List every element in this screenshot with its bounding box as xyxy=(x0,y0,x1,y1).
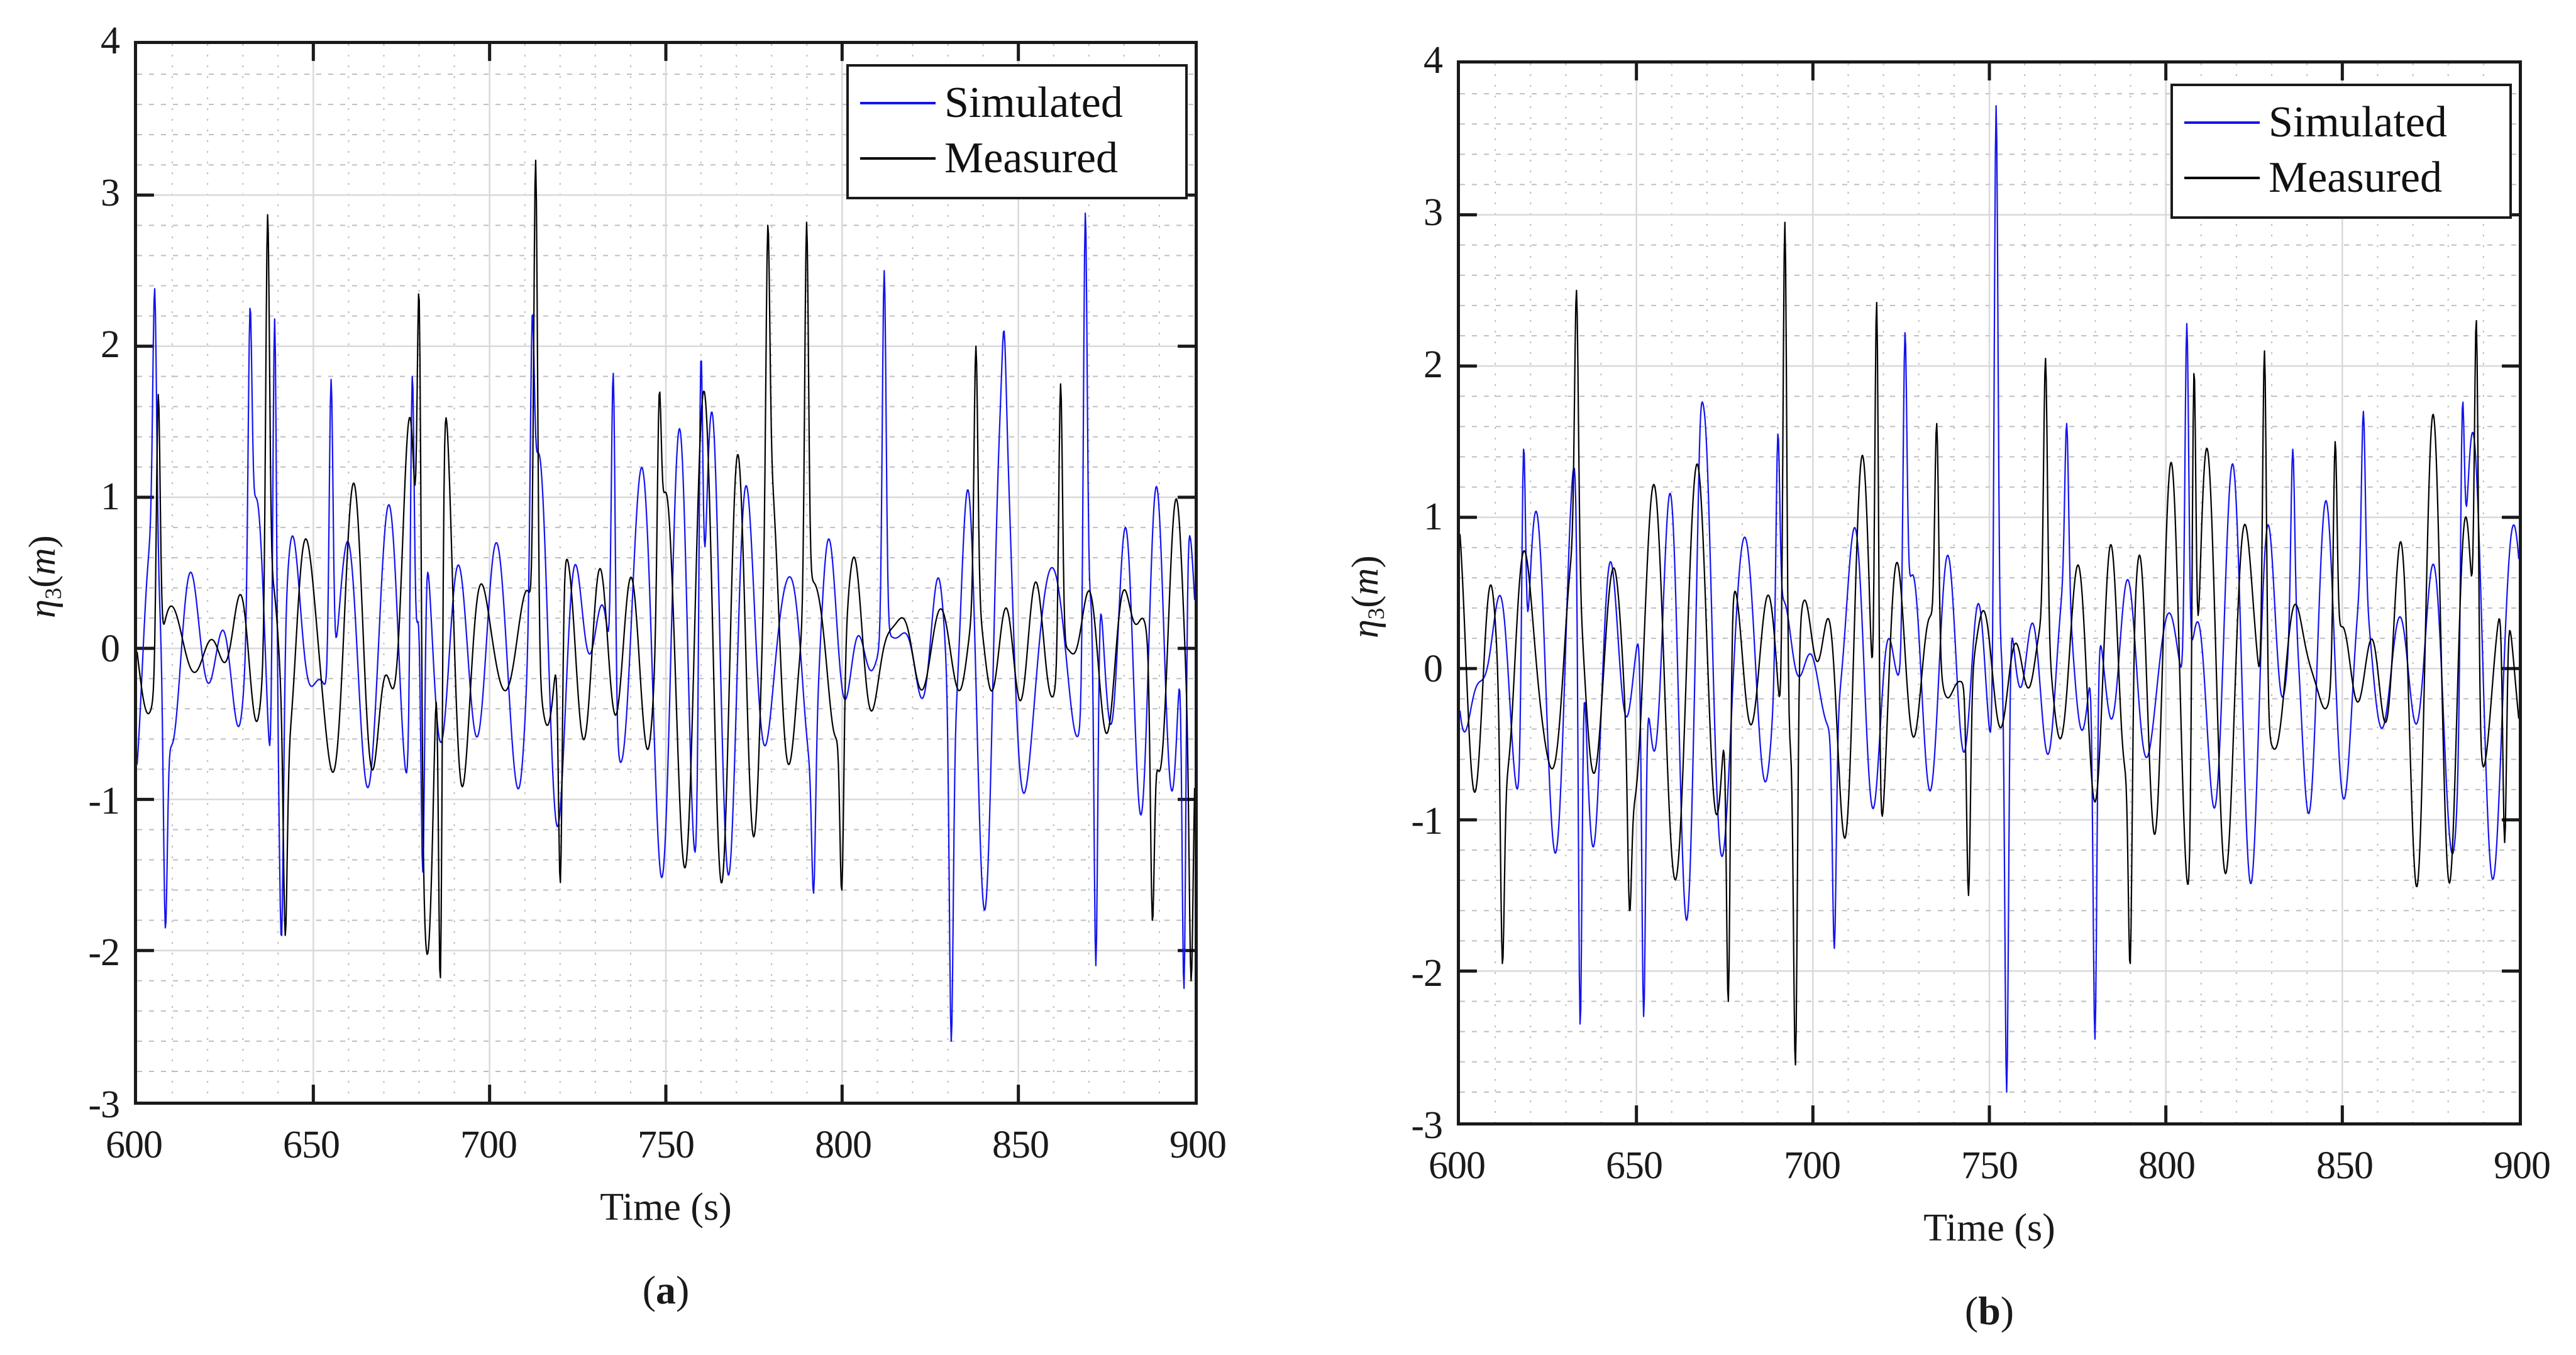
yaxis-sub-b: 3 xyxy=(1364,607,1390,620)
yaxis-eta-b: η xyxy=(1344,619,1386,639)
legend-entry-measured-a[interactable]: Measured xyxy=(860,131,1174,186)
xtick-b-5: 850 xyxy=(2316,1144,2374,1187)
ytick-b-6: -2 xyxy=(1411,952,1443,995)
xtick-b-4: 800 xyxy=(2138,1144,2196,1187)
legend-line-simulated-icon xyxy=(2184,121,2260,124)
data-lines-b xyxy=(1460,64,2519,1122)
yaxis-unit-b: (m) xyxy=(1344,555,1386,608)
legend-entry-measured-b[interactable]: Measured xyxy=(2184,150,2498,206)
ytick-a-5: -1 xyxy=(88,779,120,822)
legend-entry-simulated-b[interactable]: Simulated xyxy=(2184,95,2498,150)
yaxis-sub-a: 3 xyxy=(41,587,67,600)
legend-label-measured: Measured xyxy=(2269,153,2443,202)
ytick-a-3: 1 xyxy=(101,475,120,519)
legend-line-simulated-icon xyxy=(860,101,936,104)
figure-two-panel-timeseries: 4 3 2 1 0 -1 -2 -3 600 650 700 750 800 8… xyxy=(0,0,2576,1355)
ytick-b-2: 2 xyxy=(1423,343,1443,386)
xaxis-title-b: Time (s) xyxy=(1923,1207,2055,1249)
xtick-b-0: 600 xyxy=(1429,1144,1486,1187)
ytick-b-1: 3 xyxy=(1423,191,1443,234)
xtick-b-1: 650 xyxy=(1606,1144,1663,1187)
yaxis-unit-a: (m) xyxy=(21,535,63,588)
yaxis-eta-a: η xyxy=(21,599,63,619)
panel-b: 4 3 2 1 0 -1 -2 -3 600 650 700 750 800 8… xyxy=(1288,0,2576,1355)
legend-label-simulated: Simulated xyxy=(944,78,1123,127)
plot-area-a xyxy=(134,41,1198,1105)
xtick-a-1: 650 xyxy=(283,1124,340,1166)
ytick-b-7: -3 xyxy=(1411,1104,1443,1147)
legend-a[interactable]: Simulated Measured xyxy=(846,64,1188,199)
xtick-a-6: 900 xyxy=(1169,1124,1227,1166)
ytick-a-4: 0 xyxy=(101,627,120,670)
ytick-b-0: 4 xyxy=(1423,39,1443,82)
data-lines-a xyxy=(137,44,1195,1102)
subfigure-letter-b: b xyxy=(1978,1288,2001,1333)
ytick-b-5: -1 xyxy=(1411,800,1443,843)
ytick-a-7: -3 xyxy=(88,1083,120,1126)
yaxis-title-b: η3(m) xyxy=(1344,484,1390,710)
subfigure-letter-a: a xyxy=(656,1268,676,1312)
ytick-b-4: 0 xyxy=(1423,648,1443,690)
ytick-a-6: -2 xyxy=(88,931,120,975)
yaxis-title-a: η3(m) xyxy=(21,463,67,690)
legend-label-simulated: Simulated xyxy=(2269,97,2447,147)
subfigure-caption-a: (a) xyxy=(642,1268,690,1312)
legend-b[interactable]: Simulated Measured xyxy=(2170,84,2512,219)
xtick-b-6: 900 xyxy=(2494,1144,2551,1187)
ytick-a-1: 3 xyxy=(101,171,120,214)
plot-area-b xyxy=(1457,60,2522,1125)
legend-label-measured: Measured xyxy=(944,133,1119,182)
xaxis-title-a: Time (s) xyxy=(600,1186,732,1229)
xtick-b-2: 700 xyxy=(1784,1144,1841,1187)
legend-line-measured-icon xyxy=(2184,176,2260,179)
xtick-b-3: 750 xyxy=(1961,1144,2018,1187)
ytick-a-2: 2 xyxy=(101,323,120,367)
ytick-b-3: 1 xyxy=(1423,495,1443,538)
panel-a: 4 3 2 1 0 -1 -2 -3 600 650 700 750 800 8… xyxy=(0,0,1288,1355)
xtick-a-4: 800 xyxy=(815,1124,872,1166)
ytick-a-0: 4 xyxy=(101,19,120,62)
xtick-a-5: 850 xyxy=(992,1124,1049,1166)
xtick-a-0: 600 xyxy=(106,1124,163,1166)
xtick-a-2: 700 xyxy=(460,1124,517,1166)
xtick-a-3: 750 xyxy=(638,1124,695,1166)
legend-entry-simulated-a[interactable]: Simulated xyxy=(860,75,1174,131)
subfigure-caption-b: (b) xyxy=(1964,1288,2015,1333)
legend-line-measured-icon xyxy=(860,157,936,160)
